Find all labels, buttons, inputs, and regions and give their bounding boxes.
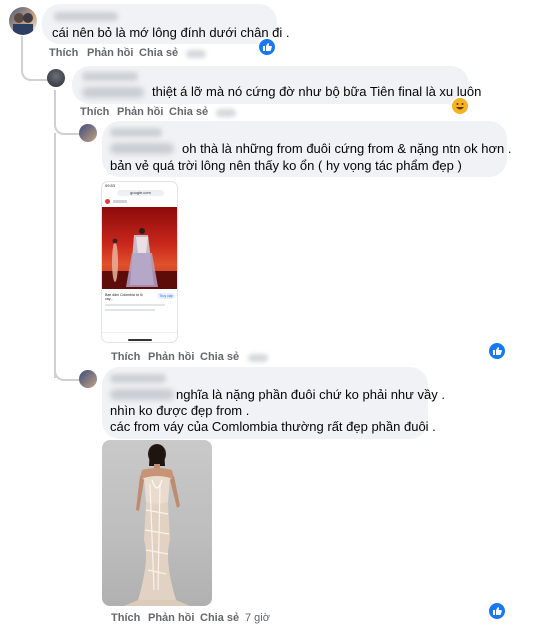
placeholder-lines: [105, 309, 155, 311]
nav-bar: [102, 332, 177, 342]
reply-button[interactable]: Phản hồi: [148, 351, 194, 363]
caption-label: Bạn dâm Colombia tự lộ váy...: [105, 293, 143, 301]
avatar[interactable]: [47, 69, 65, 87]
caption-text: Bạn dâm Colombia tự lộ váy...: [105, 293, 151, 301]
thread-line-1: [21, 36, 49, 81]
comment-text: các from váy của Comlombia thường rất đẹ…: [110, 419, 436, 434]
author-name-blurred[interactable]: [82, 72, 138, 81]
share-button[interactable]: Chia sẻ: [200, 351, 239, 363]
like-button[interactable]: Thích: [111, 612, 140, 624]
timestamp-blurred: [216, 109, 236, 117]
mention-blurred[interactable]: [82, 87, 144, 98]
site-header: [105, 199, 176, 204]
comment-text: bản vẻ quá trời lông nên thấy ko ổn ( hy…: [110, 158, 462, 173]
like-reaction-icon[interactable]: [257, 37, 277, 57]
share-button[interactable]: Chia sẻ: [200, 612, 239, 624]
comment-text: thiệt á lỡ mà nó cứng đờ như bộ bữa Tiên…: [152, 84, 482, 99]
image-attachment[interactable]: [102, 440, 212, 606]
image-attachment[interactable]: 09:53 google.com Bạn dâm Colombia tự lộ …: [101, 181, 178, 343]
comment-text: cái nên bỏ là mớ lông đính dưới chân đi …: [52, 25, 290, 40]
placeholder-lines: [105, 304, 165, 306]
thread-line-3: [54, 133, 58, 378]
author-name-blurred[interactable]: [54, 12, 118, 21]
visit-button-label: Truy cập: [159, 294, 173, 298]
share-button[interactable]: Chia sẻ: [169, 106, 208, 118]
comment-bubble: nghĩa là nặng phần đuôi chứ ko phải như …: [102, 367, 445, 439]
like-reaction-icon[interactable]: [487, 601, 507, 621]
avatar[interactable]: [79, 124, 97, 142]
timestamp-blurred: [186, 50, 206, 58]
comment-text: nghĩa là nặng phần đuôi chứ ko phải như …: [176, 387, 445, 402]
comment-bubble: cái nên bỏ là mớ lông đính dưới chân đi …: [42, 4, 290, 44]
mention-blurred[interactable]: [110, 389, 174, 400]
like-button[interactable]: Thích: [80, 106, 109, 118]
author-name-blurred[interactable]: [110, 374, 166, 383]
reply-button[interactable]: Phản hồi: [87, 47, 133, 59]
comment-text: oh thà là những from đuôi cứng from & nặ…: [182, 141, 512, 156]
thread-line-4: [54, 360, 82, 381]
avatar[interactable]: [79, 370, 97, 388]
timestamp[interactable]: 7 giờ: [245, 612, 270, 624]
like-button[interactable]: Thích: [111, 351, 140, 363]
comment-bubble: thiệt á lỡ mà nó cứng đờ như bộ bữa Tiên…: [72, 66, 481, 104]
article-photo: [102, 207, 177, 289]
avatar[interactable]: [9, 7, 37, 35]
like-button[interactable]: Thích: [49, 47, 78, 59]
like-reaction-icon[interactable]: [487, 341, 507, 361]
haha-reaction-icon[interactable]: [450, 96, 470, 116]
reply-button[interactable]: Phản hồi: [148, 612, 194, 624]
author-name-blurred[interactable]: [110, 128, 162, 137]
phone-time: 09:53: [105, 183, 116, 188]
reply-button[interactable]: Phản hồi: [117, 106, 163, 118]
url-text: google.com: [130, 190, 151, 195]
share-button[interactable]: Chia sẻ: [139, 47, 178, 59]
dress-photo: [124, 444, 190, 606]
status-bar: 09:53: [102, 182, 177, 190]
url-bar: google.com: [117, 190, 164, 196]
comment-text: nhìn ko được đẹp from .: [110, 403, 250, 418]
comment-bubble: oh thà là những from đuôi cứng from & nặ…: [102, 121, 511, 177]
timestamp-blurred: [248, 354, 268, 362]
mention-blurred[interactable]: [110, 143, 174, 154]
visit-button[interactable]: Truy cập: [157, 293, 175, 299]
